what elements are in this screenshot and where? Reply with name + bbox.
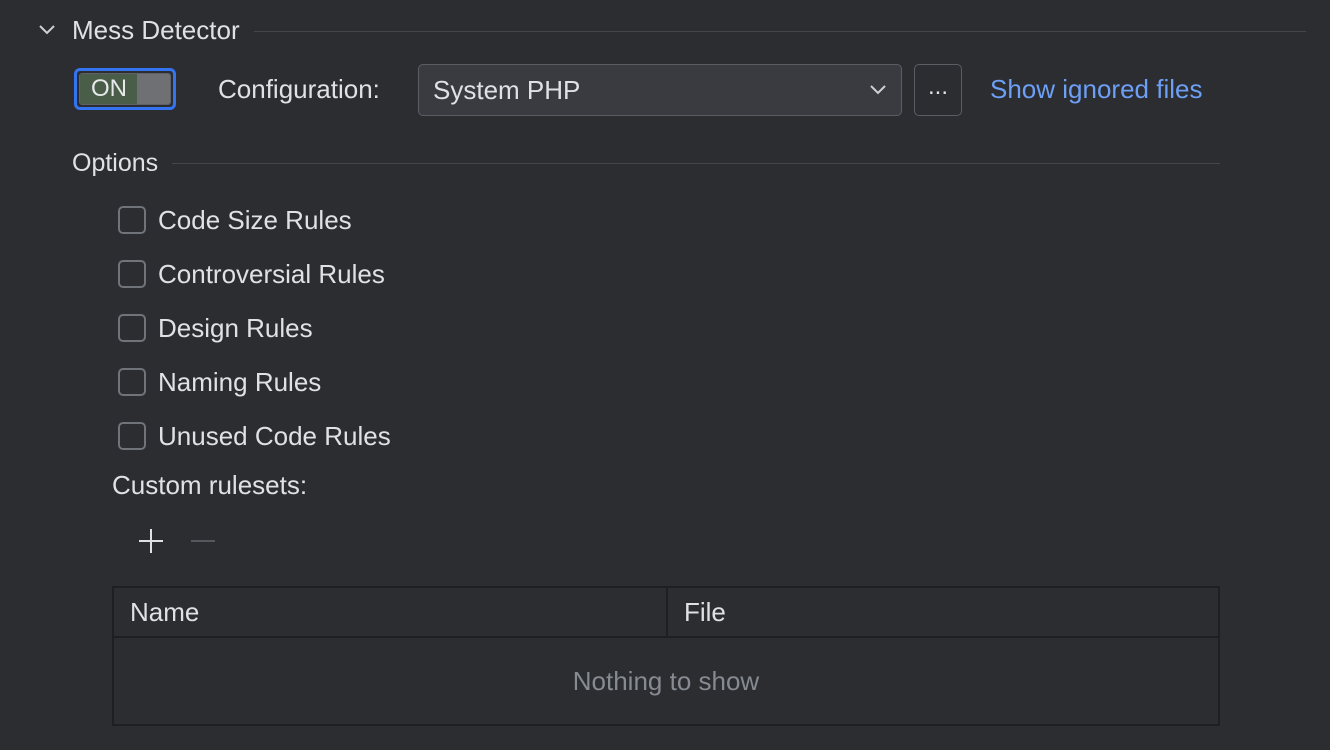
section-title: Mess Detector bbox=[72, 14, 240, 45]
checkbox-row-controversial[interactable]: Controversial Rules bbox=[118, 258, 385, 290]
empty-state-text: Nothing to show bbox=[572, 665, 760, 696]
chevron-down-icon[interactable] bbox=[36, 19, 58, 41]
add-ruleset-button[interactable] bbox=[134, 526, 168, 560]
section-header: Mess Detector bbox=[36, 12, 1306, 48]
table-header: Name File bbox=[114, 588, 1218, 638]
toggle-knob bbox=[136, 74, 170, 104]
checkbox-row-unused-code[interactable]: Unused Code Rules bbox=[118, 420, 391, 452]
unused-code-rules-checkbox[interactable] bbox=[118, 422, 146, 450]
browse-button[interactable]: ... bbox=[914, 64, 962, 116]
toggle-on-label: ON bbox=[80, 74, 137, 104]
show-ignored-files-link[interactable]: Show ignored files bbox=[990, 74, 1202, 105]
checkbox-row-design[interactable]: Design Rules bbox=[118, 312, 313, 344]
checkbox-row-code-size[interactable]: Code Size Rules bbox=[118, 204, 352, 236]
checkbox-label: Code Size Rules bbox=[158, 204, 352, 235]
design-rules-checkbox[interactable] bbox=[118, 314, 146, 342]
plus-icon bbox=[137, 527, 165, 560]
column-header-name[interactable]: Name bbox=[114, 588, 668, 636]
custom-rulesets-label: Custom rulesets: bbox=[112, 470, 308, 500]
minus-icon bbox=[189, 527, 217, 560]
configuration-selected-value: System PHP bbox=[433, 74, 581, 105]
chevron-down-icon bbox=[855, 84, 901, 96]
checkbox-row-naming[interactable]: Naming Rules bbox=[118, 366, 321, 398]
configuration-dropdown[interactable]: System PHP bbox=[418, 64, 902, 116]
section-divider bbox=[253, 31, 1306, 32]
table-body: Nothing to show bbox=[114, 638, 1218, 724]
column-header-file[interactable]: File bbox=[668, 588, 1218, 636]
checkbox-label: Unused Code Rules bbox=[158, 420, 391, 451]
custom-rulesets-table[interactable]: Name File Nothing to show bbox=[112, 586, 1220, 726]
mess-detector-settings: Mess Detector ON Configuration: System P… bbox=[0, 0, 1330, 750]
remove-ruleset-button[interactable] bbox=[186, 526, 220, 560]
options-group-header: Options bbox=[72, 146, 1220, 180]
code-size-rules-checkbox[interactable] bbox=[118, 206, 146, 234]
controversial-rules-checkbox[interactable] bbox=[118, 260, 146, 288]
toggle-track: ON bbox=[79, 73, 171, 105]
configuration-label: Configuration: bbox=[218, 74, 380, 104]
checkbox-label: Design Rules bbox=[158, 312, 313, 343]
options-title: Options bbox=[72, 148, 159, 177]
naming-rules-checkbox[interactable] bbox=[118, 368, 146, 396]
enable-toggle[interactable]: ON bbox=[74, 68, 176, 110]
options-divider bbox=[172, 162, 1220, 164]
checkbox-label: Naming Rules bbox=[158, 366, 322, 397]
checkbox-label: Controversial Rules bbox=[158, 258, 385, 289]
